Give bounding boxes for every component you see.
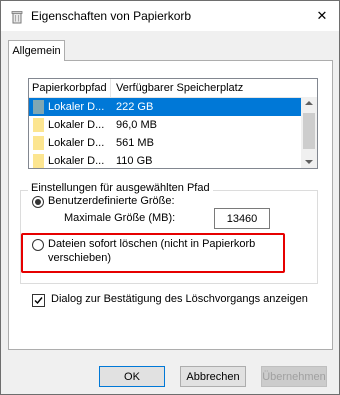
- folder-icon: [33, 154, 44, 168]
- apply-button[interactable]: Übernehmen: [261, 366, 327, 387]
- scroll-thumb[interactable]: [303, 113, 315, 149]
- folder-icon: [33, 118, 44, 132]
- custom-size-label[interactable]: Benutzerdefinierte Größe:: [48, 195, 175, 207]
- recycle-bin-icon: [11, 11, 23, 24]
- delete-immediately-radio[interactable]: [32, 239, 44, 251]
- scroll-down-icon[interactable]: [305, 160, 313, 164]
- list-item[interactable]: Lokaler D... 222 GB: [29, 98, 301, 116]
- max-size-label: Maximale Größe (MB):: [64, 212, 176, 224]
- recycle-bin-locations-list[interactable]: Papierkorbpfad Verfügbarer Speicherplatz…: [28, 78, 318, 169]
- column-header-space[interactable]: Verfügbarer Speicherplatz: [116, 82, 243, 94]
- list-header: Papierkorbpfad Verfügbarer Speicherplatz: [29, 79, 317, 98]
- list-item-size: 222 GB: [116, 101, 154, 113]
- list-item-size: 561 MB: [116, 137, 154, 149]
- confirm-delete-label[interactable]: Dialog zur Bestätigung des Löschvorgangs…: [51, 293, 308, 305]
- tab-label: Allgemein: [12, 45, 61, 57]
- title-bar: Eigenschaften von Papierkorb ✕: [1, 1, 339, 31]
- tab-allgemein[interactable]: Allgemein: [8, 40, 65, 61]
- checkmark-icon: [34, 297, 43, 305]
- list-scrollbar[interactable]: [301, 97, 317, 168]
- column-separator[interactable]: [110, 79, 111, 97]
- radio-selected-dot: [35, 199, 41, 205]
- properties-dialog: Eigenschaften von Papierkorb ✕ Allgemein…: [0, 0, 340, 395]
- list-item-size: 96,0 MB: [116, 119, 157, 131]
- drive-icon: [33, 100, 44, 114]
- window-title: Eigenschaften von Papierkorb: [31, 9, 192, 23]
- scroll-up-icon[interactable]: [305, 101, 313, 105]
- column-header-path[interactable]: Papierkorbpfad: [32, 82, 107, 94]
- custom-size-radio[interactable]: [32, 196, 44, 208]
- list-item[interactable]: Lokaler D... 561 MB: [29, 134, 301, 152]
- list-item-path: Lokaler D...: [48, 119, 105, 131]
- list-item[interactable]: Lokaler D... 110 GB: [29, 152, 301, 168]
- close-button[interactable]: ✕: [305, 1, 339, 31]
- delete-immediately-label-line1[interactable]: Dateien sofort löschen (nicht in Papierk…: [48, 238, 255, 250]
- folder-icon: [33, 136, 44, 150]
- delete-immediately-label-line2[interactable]: verschieben): [48, 252, 111, 264]
- list-item-path: Lokaler D...: [48, 101, 105, 113]
- max-size-input[interactable]: [214, 208, 270, 229]
- list-item[interactable]: Lokaler D... 96,0 MB: [29, 116, 301, 134]
- list-item-path: Lokaler D...: [48, 155, 105, 167]
- list-item-path: Lokaler D...: [48, 137, 105, 149]
- settings-group-title: Einstellungen für ausgewählten Pfad: [28, 182, 213, 194]
- cancel-button[interactable]: Abbrechen: [180, 366, 246, 387]
- confirm-delete-checkbox[interactable]: [32, 294, 45, 307]
- ok-button[interactable]: OK: [99, 366, 165, 387]
- close-icon: ✕: [316, 8, 328, 23]
- list-item-size: 110 GB: [116, 155, 153, 167]
